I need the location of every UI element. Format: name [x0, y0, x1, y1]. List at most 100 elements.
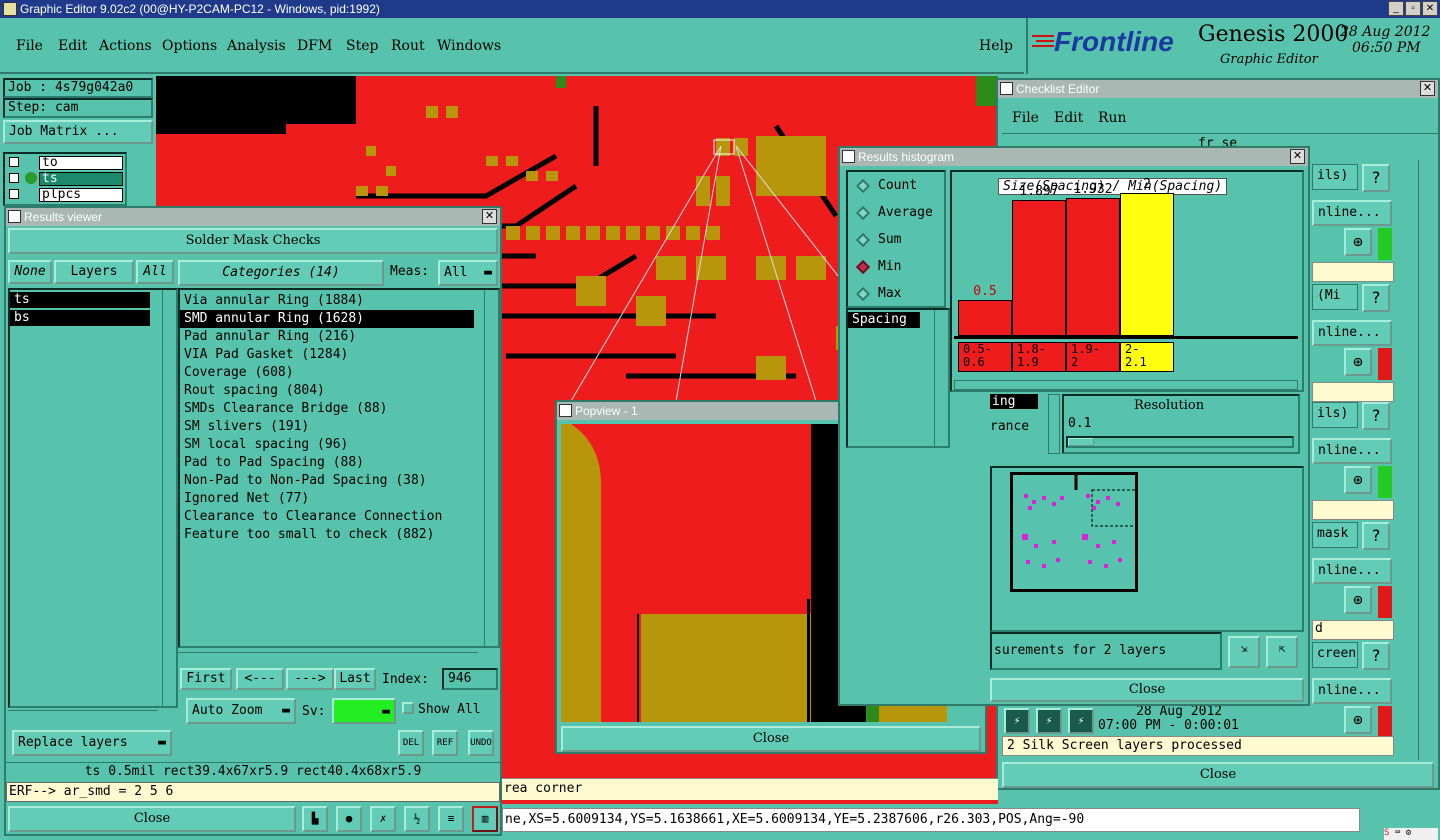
none-button[interactable]: None — [8, 260, 52, 284]
layer-ts[interactable]: ts — [39, 172, 123, 186]
category-tick-label[interactable]: 0.5- 0.6 — [958, 342, 1012, 372]
category-item[interactable]: Feature too small to check (882) — [180, 526, 474, 544]
option-min[interactable]: Min — [848, 253, 944, 280]
tray-icon[interactable]: S — [1384, 828, 1389, 838]
category-item[interactable]: SMD annular Ring (1628) — [180, 310, 474, 328]
histogram-bar[interactable] — [1012, 200, 1066, 336]
menu-options[interactable]: Options — [162, 38, 217, 54]
zoom-icon[interactable]: ⊕ — [1344, 348, 1372, 376]
category-item[interactable]: Rout spacing (804) — [180, 382, 474, 400]
ref-icon[interactable]: REF — [432, 730, 458, 756]
check-item-text[interactable]: nline... — [1312, 438, 1392, 464]
close-window-button[interactable]: ✕ — [1422, 1, 1438, 16]
resolution-slider[interactable] — [1066, 436, 1294, 448]
option-count[interactable]: Count — [848, 172, 944, 199]
run-icon[interactable]: ⚡ — [1004, 708, 1030, 734]
histogram-bar[interactable] — [1120, 193, 1174, 336]
check-item-text[interactable]: nline... — [1312, 678, 1392, 704]
prev-button[interactable]: <--- — [236, 668, 284, 690]
check-item-text[interactable]: nline... — [1312, 200, 1392, 226]
help-icon[interactable]: ? — [1362, 522, 1390, 550]
categories-scrollbar[interactable] — [484, 290, 498, 646]
checklist-scrollbar[interactable] — [1418, 160, 1434, 760]
solder-mask-checks-header[interactable]: Solder Mask Checks — [8, 228, 498, 254]
menu-actions[interactable]: Actions — [99, 38, 152, 54]
layer-plpcs[interactable]: plpcs — [39, 188, 123, 202]
histogram-icon[interactable]: ▥ — [472, 806, 498, 832]
thumbnail-board[interactable] — [1010, 472, 1153, 592]
run-all-icon[interactable]: ⚡ — [1036, 708, 1062, 734]
zoom-icon[interactable]: ⊕ — [1344, 466, 1372, 494]
chart-hscroll[interactable] — [954, 380, 1298, 390]
menu-edit[interactable]: Edit — [58, 38, 87, 54]
sv-color-select[interactable]: ▬ — [332, 698, 396, 724]
zoom-icon[interactable]: ⊕ — [1344, 228, 1372, 256]
minimize-button[interactable]: _ — [1388, 1, 1404, 16]
layer-ts-checkbox[interactable] — [9, 173, 19, 183]
last-button[interactable]: Last — [334, 668, 376, 690]
zoom-icon[interactable]: ⊕ — [1344, 706, 1372, 734]
results-viewer-close-button[interactable]: Close — [8, 806, 296, 832]
replace-layers-select[interactable]: Replace layers ▬ — [12, 730, 172, 756]
layer-to[interactable]: to — [39, 156, 123, 170]
histogram-close-icon[interactable]: ✕ — [1290, 149, 1305, 164]
results-viewer-close-icon[interactable]: ✕ — [482, 209, 497, 224]
menu-dfm[interactable]: DFM — [297, 38, 332, 54]
categories-button[interactable]: Categories (14) — [178, 260, 384, 286]
histogram-close-button[interactable]: Close — [990, 678, 1304, 702]
layer-list-hscroll[interactable] — [8, 710, 158, 722]
category-item[interactable]: Coverage (608) — [180, 364, 474, 382]
histogram-bar[interactable] — [958, 300, 1012, 336]
list-item[interactable]: ts — [10, 292, 150, 308]
show-all-checkbox[interactable] — [402, 702, 414, 714]
check-item-text[interactable]: nline... — [1312, 320, 1392, 346]
run-next-icon[interactable]: ⚡ — [1068, 708, 1094, 734]
menu-rout[interactable]: Rout — [391, 38, 425, 54]
list-item[interactable]: Spacing — [848, 312, 920, 328]
layer-list-scrollbar[interactable] — [162, 290, 176, 706]
menu-help[interactable]: Help — [979, 38, 1013, 54]
layer-to-checkbox[interactable] — [9, 157, 19, 167]
category-item[interactable]: Pad annular Ring (216) — [180, 328, 474, 346]
zoom-icon[interactable]: ⊕ — [1344, 586, 1372, 614]
next-button[interactable]: ---> — [286, 668, 334, 690]
meas-select[interactable]: All ▬ — [438, 260, 498, 286]
tray-icon[interactable]: ⚙ — [1406, 828, 1411, 838]
auto-zoom-select[interactable]: Auto Zoom ▬ — [186, 698, 296, 724]
layer-plpcs-checkbox[interactable] — [9, 189, 19, 199]
checklist-menu-file[interactable]: File — [1012, 110, 1039, 126]
index-input[interactable]: 946 — [442, 668, 498, 690]
record-icon[interactable]: ● — [336, 806, 362, 832]
option-average[interactable]: Average — [848, 199, 944, 226]
help-icon[interactable]: ? — [1362, 284, 1390, 312]
category-item[interactable]: Non-Pad to Non-Pad Spacing (38) — [180, 472, 474, 490]
tray-icon[interactable]: ⌨ — [1395, 828, 1400, 838]
category-item[interactable]: Pad to Pad Spacing (88) — [180, 454, 474, 472]
list-item[interactable]: bs — [10, 310, 150, 326]
report-icon[interactable]: ≡ — [438, 806, 464, 832]
option-max[interactable]: Max — [848, 280, 944, 307]
category-item[interactable]: Via annular Ring (1884) — [180, 292, 474, 310]
categories-hscroll[interactable] — [178, 652, 478, 664]
category-tick-label[interactable]: 1.9- 2 — [1066, 342, 1120, 372]
menu-windows[interactable]: Windows — [437, 38, 501, 54]
first-button[interactable]: First — [180, 668, 232, 690]
checklist-menu-run[interactable]: Run — [1098, 110, 1127, 126]
popview-close-button[interactable]: Close — [561, 726, 981, 752]
job-matrix-button[interactable]: Job Matrix ... — [3, 120, 153, 144]
export-icon[interactable]: ⇲ — [1228, 636, 1260, 668]
checklist-close-button[interactable]: Close — [1002, 762, 1434, 788]
category-tick-label[interactable]: 1.8- 1.9 — [1012, 342, 1066, 372]
category-item[interactable]: SM local spacing (96) — [180, 436, 474, 454]
category-item[interactable]: SM slivers (191) — [180, 418, 474, 436]
help-icon[interactable]: ? — [1362, 642, 1390, 670]
del-icon[interactable]: DEL — [398, 730, 424, 756]
layers-button[interactable]: Layers — [54, 260, 134, 284]
option-sum[interactable]: Sum — [848, 226, 944, 253]
menu-analysis[interactable]: Analysis — [227, 38, 286, 54]
attribute-scrollbar[interactable] — [934, 310, 948, 446]
slider-handle[interactable] — [1068, 438, 1094, 446]
help-icon[interactable]: ? — [1362, 164, 1390, 192]
maximize-button[interactable]: ▫ — [1405, 1, 1421, 16]
category-item[interactable]: Clearance to Clearance Connection — [180, 508, 474, 526]
